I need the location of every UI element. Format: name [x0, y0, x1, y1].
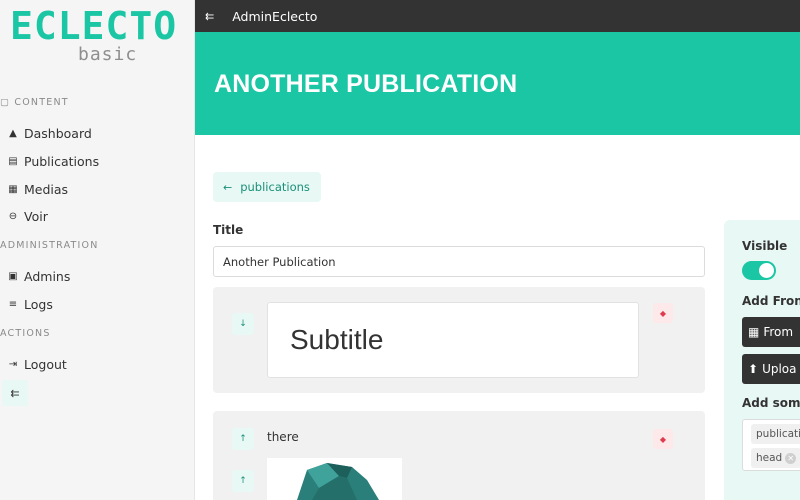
images-icon: ▦: [8, 184, 18, 195]
section-content-label: CONTENT: [14, 97, 69, 108]
from-media-button[interactable]: ▦ From: [742, 317, 800, 347]
logo-main-text: ECLECTO: [10, 4, 178, 48]
sidebar-item-dashboard[interactable]: ▲ Dashboard: [8, 126, 92, 141]
logo: ECLECTO basic: [10, 4, 178, 65]
media-thumbnail: [297, 463, 379, 500]
upload-button-label: Uploa: [762, 362, 797, 376]
sidebar-item-admins[interactable]: ▣ Admins: [8, 269, 70, 284]
title-label: Title: [213, 223, 244, 237]
eye-icon: ⊖: [8, 211, 18, 222]
topbar-brand: AdminEclecto: [232, 8, 318, 24]
delete-block-button[interactable]: ◆: [653, 303, 673, 323]
sidebar: ECLECTO basic ▢ CONTENT ▲ Dashboard ▤ Pu…: [0, 0, 195, 500]
page-title: ANOTHER PUBLICATION: [214, 70, 518, 98]
visible-toggle[interactable]: [742, 261, 776, 280]
sidebar-item-voir[interactable]: ⊖ Voir: [8, 209, 48, 224]
sidebar-collapse-button[interactable]: ⇇: [2, 380, 28, 406]
sidebar-item-publications[interactable]: ▤ Publications: [8, 154, 99, 169]
section-actions: ACTIONS: [0, 328, 51, 339]
tag-chip[interactable]: head ✕: [751, 448, 800, 468]
back-button-label: publications: [240, 180, 310, 194]
arrow-up-icon: ↑: [239, 434, 247, 444]
arrow-left-icon: ←: [223, 180, 233, 194]
collapse-menu-icon: ⇇: [10, 386, 20, 400]
sidebar-item-label: Medias: [24, 182, 69, 197]
sidebar-item-label: Voir: [24, 209, 48, 224]
upload-icon: ⬆: [748, 362, 759, 376]
remove-tag-icon[interactable]: ✕: [785, 452, 797, 464]
eraser-icon: ◆: [659, 434, 667, 444]
subtitle-block-editor[interactable]: Subtitle: [267, 302, 639, 378]
calendar-icon: ▢: [0, 97, 11, 108]
tag-chip[interactable]: publicatio: [751, 424, 800, 444]
delete-block-button[interactable]: ◆: [653, 429, 673, 449]
sidebar-item-logs[interactable]: ≡ Logs: [8, 297, 53, 312]
back-to-publications-button[interactable]: ← publications: [213, 172, 321, 202]
add-tags-label: Add some: [742, 396, 800, 410]
from-button-label: From: [763, 325, 794, 339]
tags-input[interactable]: publicatio head ✕: [742, 419, 800, 471]
tag-label: publicatio: [756, 428, 800, 440]
logo-sub-text: basic: [78, 44, 138, 65]
arrow-up-icon: ↑: [239, 476, 247, 486]
toggle-knob: [759, 263, 774, 278]
rocket-icon: ▲: [9, 128, 17, 139]
section-content: ▢ CONTENT: [0, 97, 69, 108]
move-down-button[interactable]: ↓: [232, 313, 254, 335]
sidebar-item-label: Logout: [24, 357, 67, 372]
title-input[interactable]: Another Publication: [213, 246, 705, 277]
sidebar-item-label: Publications: [24, 154, 100, 169]
arrow-down-icon: ↓: [239, 319, 247, 329]
user-card-icon: ▣: [8, 271, 18, 282]
visible-label: Visible: [742, 239, 788, 253]
tag-label: head: [756, 452, 783, 464]
images-icon: ▦: [748, 325, 760, 339]
sidebar-item-label: Dashboard: [24, 126, 92, 141]
eraser-icon: ◆: [659, 308, 667, 318]
sidebar-item-logout[interactable]: ⇥ Logout: [8, 357, 67, 372]
logout-icon: ⇥: [8, 359, 18, 370]
add-front-label: Add Front: [742, 294, 800, 308]
media-image: [267, 458, 402, 500]
move-up-button[interactable]: ↑: [232, 428, 254, 450]
menu-toggle-icon[interactable]: ⇇: [205, 10, 214, 23]
upload-button[interactable]: ⬆ Uploa: [742, 354, 800, 384]
sidebar-item-medias[interactable]: ▦ Medias: [8, 182, 68, 197]
block-text: there: [267, 430, 299, 444]
sidebar-item-label: Admins: [24, 269, 71, 284]
section-administration: ADMINISTRATION: [0, 240, 99, 251]
document-icon: ▤: [8, 156, 18, 167]
move-up-button[interactable]: ↑: [232, 470, 254, 492]
page-banner: ANOTHER PUBLICATION: [195, 32, 800, 135]
topbar: ⇇ AdminEclecto: [195, 0, 800, 32]
filter-icon: ≡: [8, 299, 18, 310]
sidebar-item-label: Logs: [24, 297, 53, 312]
